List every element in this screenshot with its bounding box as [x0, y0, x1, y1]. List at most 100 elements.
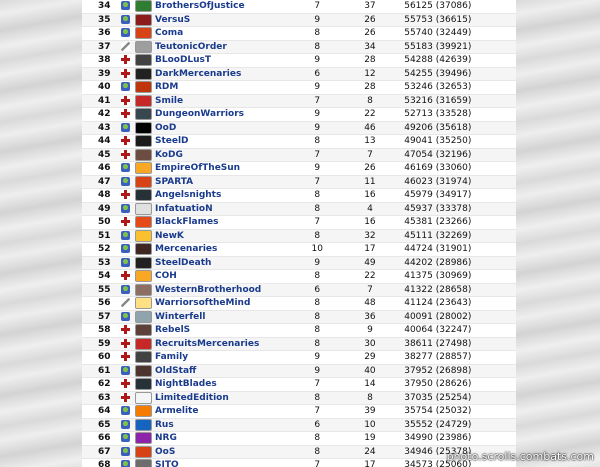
members-cell: 16	[347, 215, 393, 230]
rating-cell: 37952 (26898)	[392, 364, 516, 378]
clan-emblem-icon[interactable]	[135, 337, 153, 350]
clan-name-link[interactable]: Coma	[155, 28, 183, 38]
clan-emblem-icon[interactable]	[135, 297, 153, 309]
clan-name-link[interactable]: OoS	[155, 447, 175, 457]
clan-name-link[interactable]: Smile	[155, 96, 183, 106]
clan-name-link[interactable]: RecruitsMercenaries	[155, 339, 259, 349]
table-row: 65 Rus 6 10 35552 (24729)	[82, 418, 516, 432]
clan-emblem-icon[interactable]	[135, 189, 153, 201]
clan-emblem-icon[interactable]	[135, 162, 153, 174]
clan-emblem-icon[interactable]	[135, 94, 153, 107]
clan-emblem-icon[interactable]	[135, 310, 153, 323]
clan-name-link[interactable]: NewK	[155, 231, 184, 241]
table-row: 61 OldStaff 9 40 37952 (26898)	[82, 364, 516, 378]
clan-name-link[interactable]: BlackFlames	[155, 217, 218, 227]
clan-name-link[interactable]: NRG	[155, 433, 177, 443]
clan-name-link[interactable]: SteelD	[155, 136, 189, 146]
race-elf-icon	[121, 244, 131, 254]
clan-emblem-icon[interactable]	[135, 229, 153, 242]
clan-emblem-icon[interactable]	[135, 459, 153, 467]
clan-name-link[interactable]: TeutonicOrder	[155, 42, 227, 52]
clan-name-link[interactable]: Winterfell	[155, 312, 205, 322]
level-cell: 8	[286, 202, 348, 216]
level-cell: 8	[286, 26, 348, 41]
clan-emblem-cell	[132, 418, 155, 432]
clan-name-link[interactable]: RebelS	[155, 325, 190, 335]
clan-emblem-icon[interactable]	[135, 351, 153, 363]
clan-name-link[interactable]: InfatuatioN	[155, 204, 213, 214]
clan-name-link[interactable]: Armelite	[155, 406, 198, 416]
clan-emblem-icon[interactable]	[135, 148, 153, 161]
clan-name-link[interactable]: WarriorsoftheMind	[155, 298, 250, 308]
clan-name-link[interactable]: OldStaff	[155, 366, 196, 376]
clan-name-link[interactable]: KoDG	[155, 150, 183, 160]
level-cell: 8	[286, 296, 348, 311]
clan-name-link[interactable]: LimitedEdition	[155, 393, 229, 403]
clan-name-link[interactable]: BLooDLusT	[155, 55, 211, 65]
clan-name-link[interactable]: SITO	[155, 460, 179, 467]
table-row: 62 NightBlades 7 14 37950 (28626)	[82, 377, 516, 392]
race-cell	[118, 134, 133, 149]
clan-name-link[interactable]: DungeonWarriors	[155, 109, 244, 119]
clan-name-link[interactable]: SPARTA	[155, 177, 193, 187]
members-cell: 46	[347, 121, 393, 135]
clan-emblem-icon[interactable]	[135, 27, 153, 39]
clan-emblem-icon[interactable]	[135, 378, 153, 390]
clan-emblem-icon[interactable]	[135, 391, 153, 404]
clan-name-link[interactable]: WesternBrotherhood	[155, 285, 261, 295]
rank-cell: 50	[82, 215, 119, 230]
clan-name-link[interactable]: NightBlades	[155, 379, 217, 389]
table-row: 45 KoDG 7 7 47054 (32196)	[82, 148, 516, 162]
table-row: 64 Armelite 7 39 35754 (25032)	[82, 404, 516, 419]
clan-name-link[interactable]: DarkMercenaries	[155, 69, 241, 79]
race-cell	[118, 94, 133, 108]
clan-name-link[interactable]: Family	[155, 352, 188, 362]
level-cell: 8	[286, 229, 348, 243]
clan-emblem-icon[interactable]	[135, 405, 153, 417]
clan-emblem-icon[interactable]	[135, 418, 153, 431]
level-cell: 8	[286, 269, 348, 284]
table-row: 34 BrothersOfJustice 7 37 56125 (37086)	[82, 0, 516, 14]
clan-emblem-icon[interactable]	[135, 54, 153, 66]
clan-emblem-icon[interactable]	[135, 108, 153, 120]
clan-emblem-icon[interactable]	[135, 40, 153, 53]
clan-emblem-icon[interactable]	[135, 445, 153, 458]
clan-name-link[interactable]: Angelsnights	[155, 190, 221, 200]
race-cross-icon	[121, 217, 131, 227]
clan-emblem-icon[interactable]	[135, 202, 153, 215]
clan-emblem-icon[interactable]	[135, 81, 153, 93]
clan-name-link[interactable]: Rus	[155, 420, 174, 430]
clan-name-link[interactable]: VersuS	[155, 15, 190, 25]
clan-emblem-icon[interactable]	[135, 256, 153, 269]
clan-emblem-icon[interactable]	[135, 0, 153, 12]
table-row: 38 BLooDLusT 9 28 54288 (42639)	[82, 53, 516, 68]
race-cell	[118, 229, 133, 243]
clan-name-link[interactable]: COH	[155, 271, 177, 281]
race-cell	[118, 53, 133, 68]
rank-cell: 64	[82, 404, 119, 419]
watermark: photo.scrolls.combats.com	[446, 450, 594, 463]
clan-emblem-icon[interactable]	[135, 13, 153, 26]
rating-cell: 45111 (32269)	[392, 229, 516, 243]
clan-name-link[interactable]: SteelDeath	[155, 258, 211, 268]
clan-emblem-icon[interactable]	[135, 175, 153, 188]
clan-name-link[interactable]: RDM	[155, 82, 178, 92]
clan-emblem-icon[interactable]	[135, 432, 153, 444]
clan-emblem-icon[interactable]	[135, 121, 153, 134]
table-row: 57 Winterfell 8 36 40091 (28002)	[82, 310, 516, 324]
clan-emblem-icon[interactable]	[135, 135, 153, 147]
clan-emblem-icon[interactable]	[135, 216, 153, 228]
clan-emblem-icon[interactable]	[135, 364, 153, 377]
clan-name-link[interactable]: EmpireOfTheSun	[155, 163, 240, 173]
clan-emblem-cell	[132, 161, 155, 176]
clan-emblem-icon[interactable]	[135, 270, 153, 282]
clan-name-cell: NRG	[154, 431, 287, 446]
clan-name-link[interactable]: BrothersOfJustice	[155, 1, 245, 11]
clan-emblem-icon[interactable]	[135, 67, 153, 80]
clan-emblem-icon[interactable]	[135, 243, 153, 255]
clan-name-link[interactable]: Mercenaries	[155, 244, 217, 254]
members-cell: 10	[347, 418, 393, 432]
clan-emblem-icon[interactable]	[135, 324, 153, 336]
clan-name-link[interactable]: OoD	[155, 123, 176, 133]
clan-emblem-icon[interactable]	[135, 283, 153, 296]
